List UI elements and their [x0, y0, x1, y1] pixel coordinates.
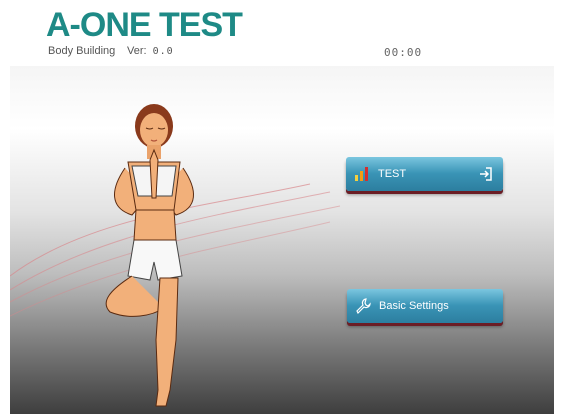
- yoga-figure-illustration: [105, 104, 194, 407]
- bar-chart-icon: [355, 167, 368, 181]
- main-stage: TEST Basic Settings: [10, 66, 554, 414]
- basic-settings-label: Basic Settings: [379, 300, 449, 312]
- basic-settings-button[interactable]: Basic Settings: [347, 289, 503, 323]
- test-button[interactable]: TEST: [346, 157, 503, 191]
- test-button-label: TEST: [378, 168, 407, 180]
- login-icon: [480, 167, 492, 181]
- version-info: Ver: 0.0: [127, 45, 174, 57]
- wrench-icon: [356, 298, 371, 314]
- timer-display: 00:00: [384, 46, 423, 59]
- program-name: Body Building: [48, 45, 116, 57]
- header-bar: A-ONE TEST Body Building Ver: 0.0 00:00: [0, 0, 564, 66]
- app-title: A-ONE TEST: [46, 6, 243, 44]
- version-label: Ver:: [127, 45, 147, 57]
- version-value: 0.0: [152, 46, 174, 57]
